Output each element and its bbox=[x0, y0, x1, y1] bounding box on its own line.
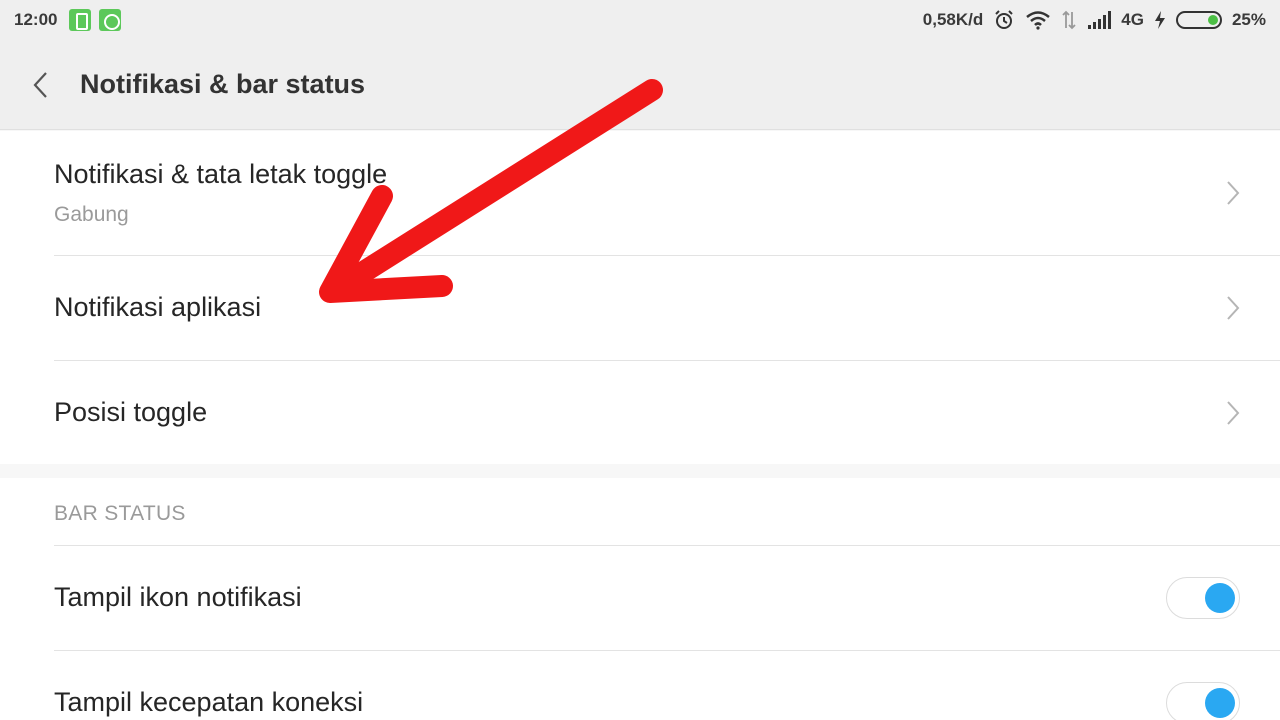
list-item-subtitle: Gabung bbox=[54, 203, 129, 226]
list-item-label: Notifikasi aplikasi bbox=[54, 292, 262, 322]
back-button[interactable] bbox=[0, 40, 80, 130]
status-indicators: 0,58K/d 4G 25% bbox=[923, 9, 1266, 31]
page-title: Notifikasi & bar status bbox=[80, 69, 366, 99]
status-time: 12:00 bbox=[14, 10, 58, 29]
network-type: 4G bbox=[1121, 10, 1144, 29]
wifi-icon bbox=[1025, 10, 1051, 30]
settings-list: Notifikasi & tata letak toggle Gabung No… bbox=[0, 131, 1280, 464]
phone-notification-icon bbox=[69, 9, 92, 31]
setting-label: Tampil ikon notifikasi bbox=[54, 582, 302, 612]
list-item-notification-layout[interactable]: Notifikasi & tata letak toggle Gabung bbox=[0, 131, 1280, 255]
section-header: BAR STATUS bbox=[54, 502, 186, 525]
list-item-toggle-position[interactable]: Posisi toggle bbox=[0, 361, 1280, 464]
chevron-right-icon bbox=[1227, 296, 1240, 320]
setting-label: Tampil kecepatan koneksi bbox=[54, 687, 364, 717]
show-connection-speed-toggle[interactable] bbox=[1166, 682, 1240, 720]
list-item-label: Notifikasi & tata letak toggle bbox=[54, 159, 388, 189]
alarm-icon bbox=[993, 9, 1015, 31]
chevron-right-icon bbox=[1227, 401, 1240, 425]
signal-icon bbox=[1087, 11, 1112, 29]
chevron-left-icon bbox=[33, 71, 47, 98]
status-bar: 12:00 0,58K/d 4G 25% bbox=[0, 0, 1280, 40]
data-transfer-icon bbox=[1061, 10, 1077, 30]
battery-percentage: 25% bbox=[1231, 10, 1266, 29]
toggle-knob bbox=[1205, 688, 1235, 718]
action-bar: Notifikasi & bar status bbox=[0, 40, 1280, 130]
chat-notification-icon bbox=[99, 9, 122, 31]
charging-icon bbox=[1154, 10, 1166, 30]
bar-status-section: BAR STATUS Tampil ikon notifikasi Tampil… bbox=[0, 478, 1280, 720]
battery-icon bbox=[1175, 11, 1222, 29]
setting-show-connection-speed: Tampil kecepatan koneksi bbox=[0, 651, 1280, 720]
chevron-right-icon bbox=[1227, 181, 1240, 205]
list-item-label: Posisi toggle bbox=[54, 397, 208, 427]
show-notification-icons-toggle[interactable] bbox=[1166, 577, 1240, 619]
toggle-knob bbox=[1205, 583, 1235, 613]
list-item-app-notifications[interactable]: Notifikasi aplikasi bbox=[0, 256, 1280, 360]
network-speed: 0,58K/d bbox=[922, 10, 984, 29]
setting-show-notification-icons: Tampil ikon notifikasi bbox=[0, 546, 1280, 650]
